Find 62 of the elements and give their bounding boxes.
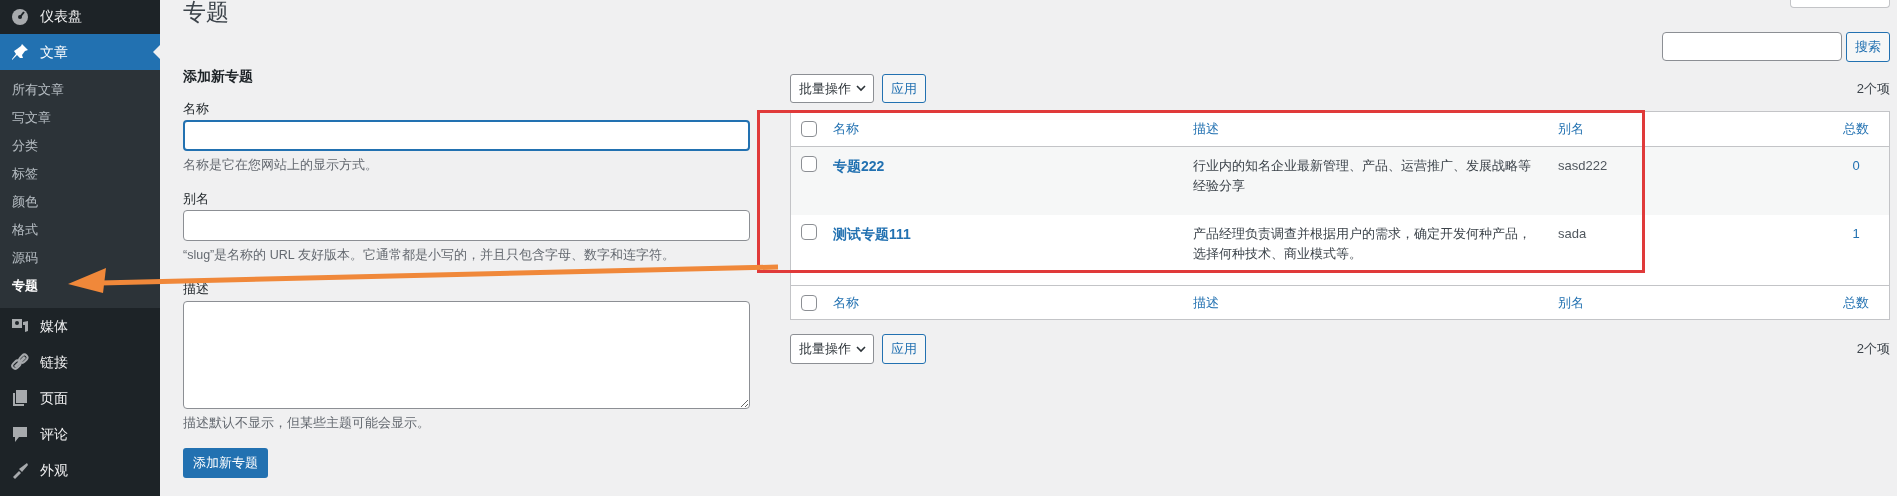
submenu-item[interactable]: 分类 (0, 132, 160, 160)
row-checkbox[interactable] (801, 224, 817, 240)
menu-item[interactable]: 外观 (0, 452, 160, 488)
link-icon (10, 352, 30, 372)
menu-item[interactable]: 文章 (0, 34, 160, 70)
bulk-actions-select[interactable]: 批量操作 (790, 73, 874, 103)
submenu-item[interactable]: 写文章 (0, 104, 160, 132)
menu-pointer (153, 45, 160, 59)
submenu-item[interactable]: 格式 (0, 216, 160, 244)
column-header[interactable]: 别名 (1558, 121, 1584, 137)
item-count: 2个项 (1856, 340, 1890, 358)
search-button[interactable]: 搜索 (1846, 32, 1890, 62)
post-count-link[interactable]: 1 (1852, 226, 1860, 241)
apply-button[interactable]: 应用 (882, 73, 926, 103)
submenu-item[interactable]: 颜色 (0, 188, 160, 216)
select-all-checkbox[interactable] (801, 121, 817, 137)
input-field[interactable] (183, 120, 750, 152)
column-header[interactable]: 总数 (1843, 294, 1869, 310)
term-slug: sasd222 (1558, 158, 1608, 173)
screen-options-tab[interactable] (1790, 0, 1890, 8)
pages-icon (10, 388, 30, 408)
column-header[interactable]: 总数 (1843, 121, 1869, 137)
field-label: 描述 (183, 280, 210, 299)
submenu-item[interactable]: 所有文章 (0, 76, 160, 104)
menu-item[interactable]: 评论 (0, 416, 160, 452)
form-heading: 添加新专题 (183, 67, 254, 85)
submenu-item[interactable]: 标签 (0, 160, 160, 188)
help-text: 描述默认不显示，但某些主题可能会显示。 (183, 414, 431, 432)
row-checkbox[interactable] (801, 156, 817, 172)
column-header[interactable]: 别名 (1558, 294, 1584, 310)
input-field[interactable] (183, 210, 750, 242)
search-field[interactable] (1662, 32, 1842, 61)
comment-icon (10, 424, 30, 444)
menu-item[interactable]: 链接 (0, 344, 160, 380)
term-description: 产品经理负责调查并根据用户的需求，确定开发何种产品，选择何种技术、商业模式等。 (1193, 225, 1532, 263)
apply-button[interactable]: 应用 (882, 334, 926, 364)
post-count-link[interactable]: 0 (1852, 158, 1860, 173)
submit-button[interactable]: 添加新专题 (183, 448, 268, 478)
select-all-checkbox[interactable] (801, 294, 817, 311)
menu-item[interactable]: 媒体 (0, 308, 160, 344)
page-title: 专题 (183, 0, 230, 27)
submenu-item[interactable]: 源码 (0, 244, 160, 272)
help-text: “slug”是名称的 URL 友好版本。它通常都是小写的，并且只包含字母、数字和连字符。 (183, 247, 676, 265)
menu-item[interactable]: 仪表盘 (0, 0, 160, 34)
field-label: 名称 (183, 99, 210, 118)
term-name-link[interactable]: 专题222 (833, 158, 885, 174)
dashboard-icon (10, 6, 30, 26)
term-name-link[interactable]: 测试专题111 (833, 226, 911, 242)
description-field[interactable] (183, 300, 750, 409)
term-slug: sada (1558, 226, 1587, 241)
pin-icon (10, 42, 30, 62)
help-text: 名称是它在您网站上的显示方式。 (183, 157, 379, 175)
bulk-actions-select[interactable]: 批量操作 (790, 334, 874, 364)
menu-item[interactable]: 页面 (0, 380, 160, 416)
column-header[interactable]: 描述 (1193, 294, 1219, 310)
column-header[interactable]: 名称 (833, 294, 859, 310)
field-label: 别名 (183, 189, 210, 208)
term-description: 行业内的知名企业最新管理、产品、运营推广、发展战略等经验分享 (1193, 157, 1532, 195)
column-header[interactable]: 描述 (1193, 121, 1219, 137)
submenu-item[interactable]: 专题 (0, 272, 160, 300)
column-header[interactable]: 名称 (833, 121, 859, 137)
item-count: 2个项 (1856, 79, 1890, 98)
